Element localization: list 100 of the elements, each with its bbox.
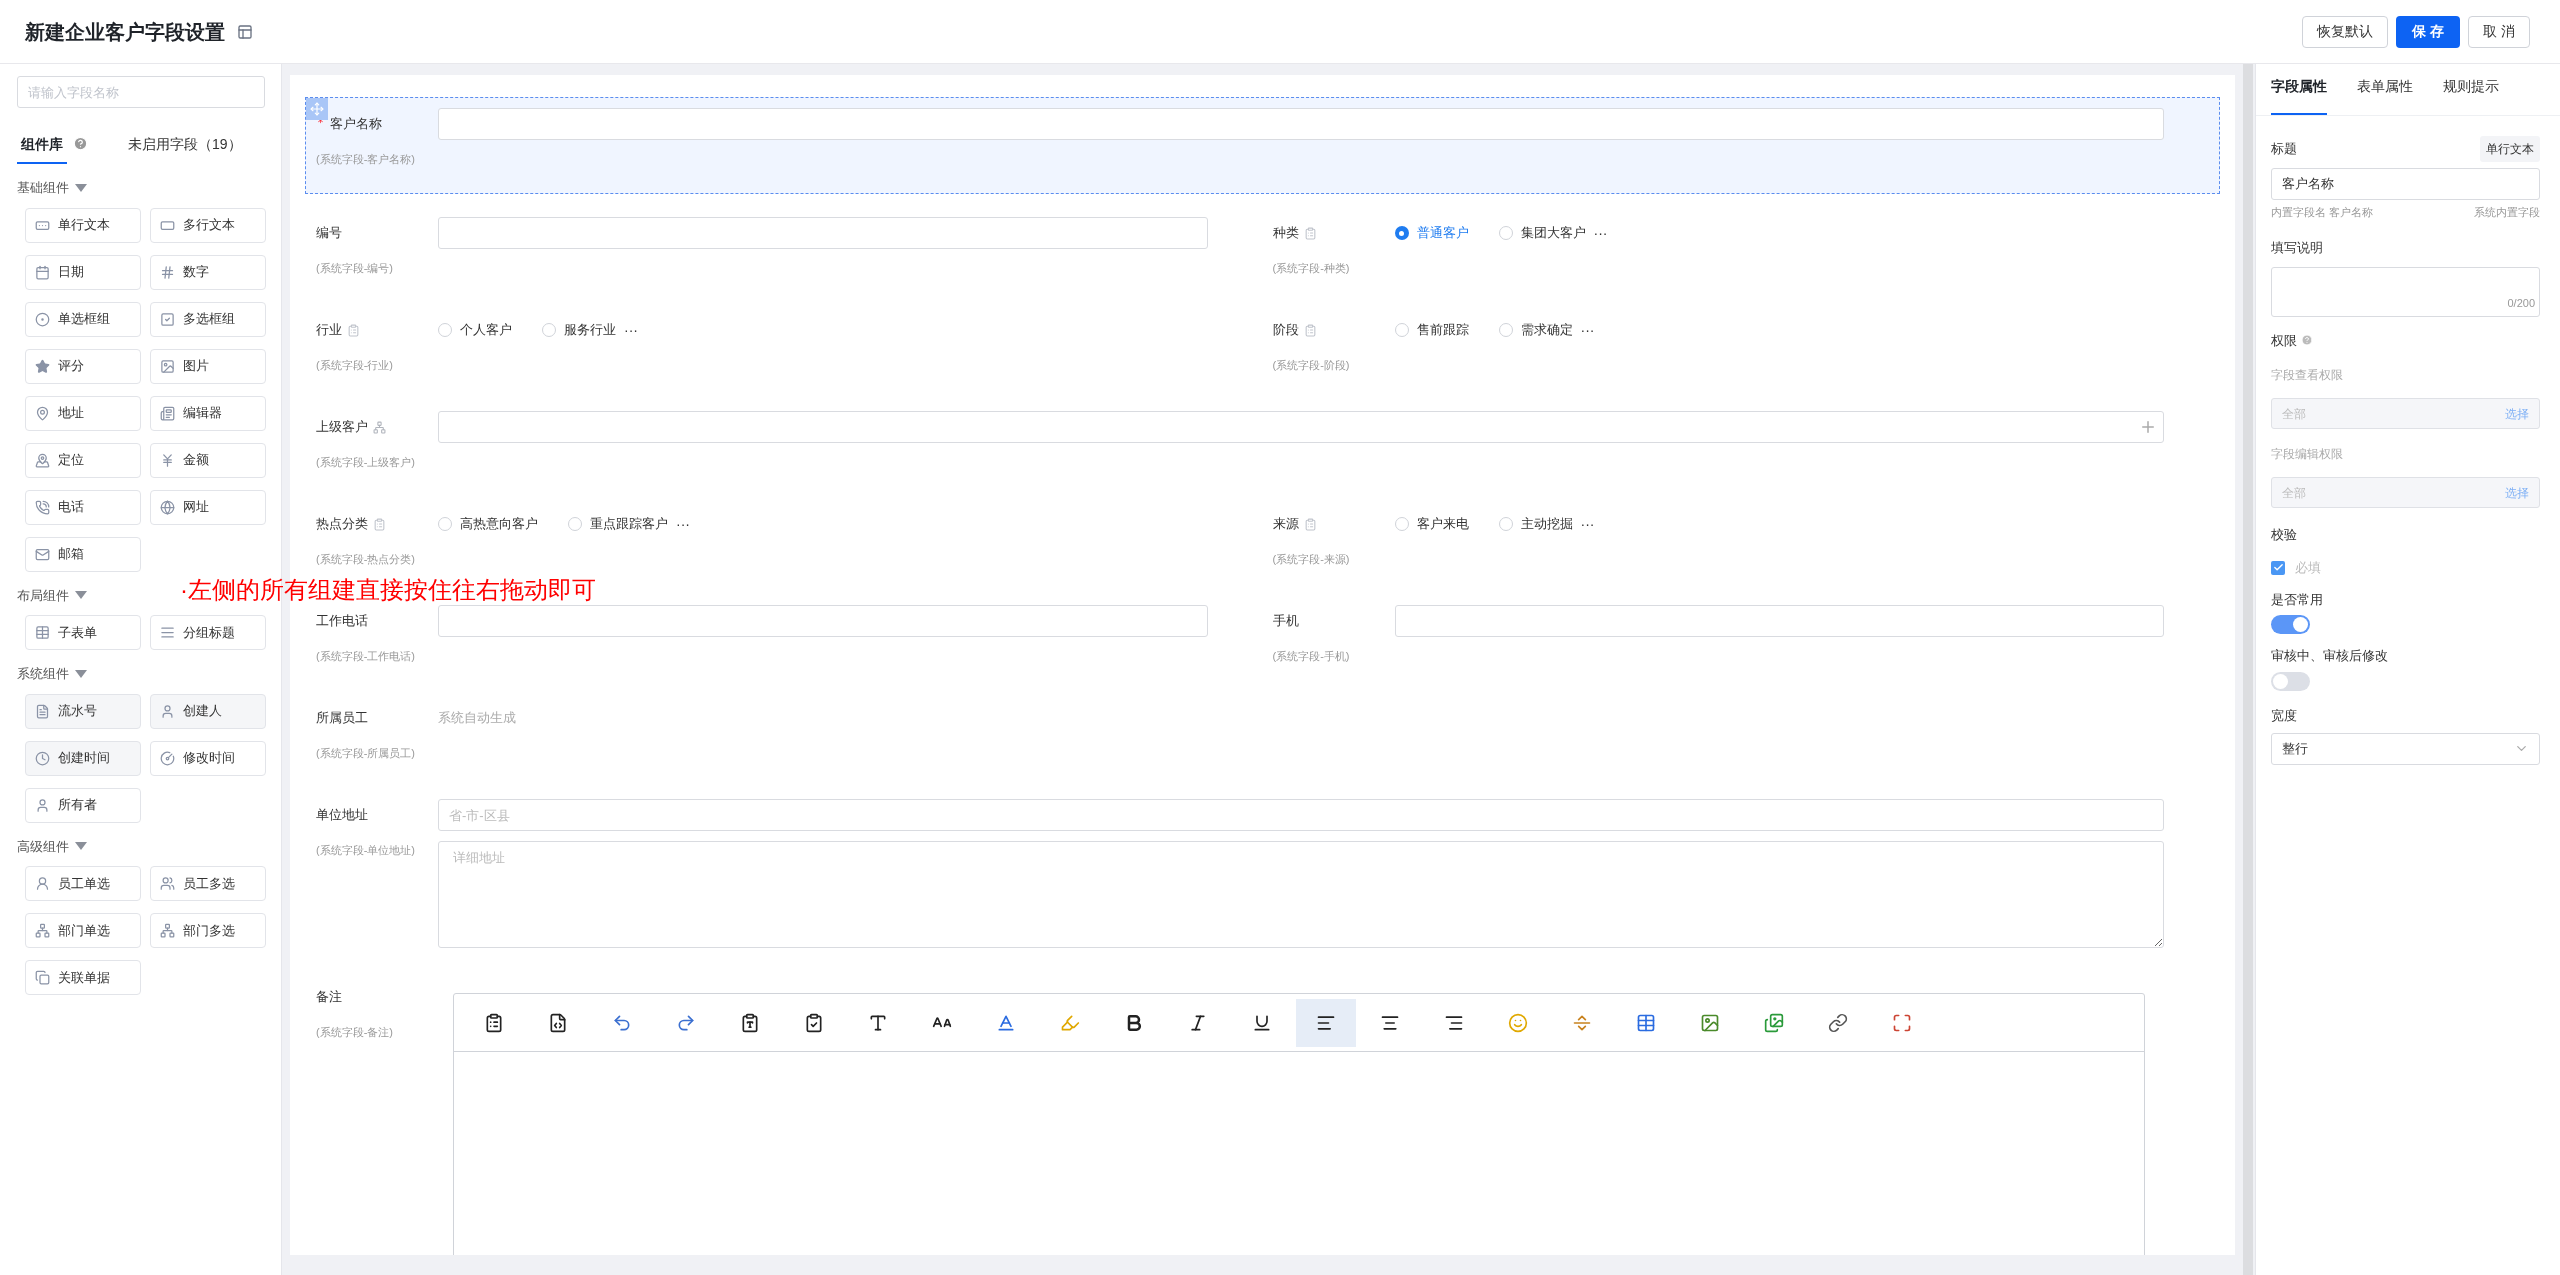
radio-button[interactable] — [1498, 323, 1513, 337]
component-item[interactable]: 部门单选 — [25, 913, 141, 948]
radio-button[interactable] — [1498, 226, 1513, 240]
more-options[interactable]: ··· — [676, 513, 690, 535]
layout-icon[interactable] — [237, 23, 253, 40]
caret-icon[interactable] — [75, 842, 87, 851]
header-button[interactable]: 恢复默认 — [2302, 15, 2389, 48]
radio-button[interactable] — [1394, 226, 1409, 240]
images-icon — [1764, 1012, 1784, 1033]
component-item[interactable]: 多行文本 — [149, 207, 266, 243]
image-icon — [1700, 1012, 1720, 1033]
property-tab[interactable]: 规则提示 — [2443, 69, 2499, 115]
field-note: (系统字段-单位地址) — [316, 844, 415, 856]
more-options[interactable]: ··· — [1593, 222, 1608, 244]
region-field[interactable]: 省-市-区县 — [438, 799, 2164, 831]
input-field[interactable] — [1394, 605, 2164, 637]
radio-label: 个人客户 — [460, 321, 512, 340]
field-label: 来源 — [1272, 515, 1299, 534]
phone-icon — [35, 499, 50, 515]
group-heading: 基础组件 — [17, 179, 69, 197]
radio-button[interactable] — [1394, 323, 1409, 337]
component-item[interactable]: 关联单据 — [25, 960, 141, 995]
radio-button[interactable] — [1394, 517, 1409, 531]
component-item[interactable]: 金额 — [149, 442, 266, 478]
location-pin-icon — [35, 452, 50, 468]
org-chart-icon — [35, 923, 50, 938]
hash-icon — [159, 264, 175, 280]
caret-icon[interactable] — [75, 591, 87, 600]
component-item[interactable]: 图片 — [149, 348, 266, 384]
required-checkbox[interactable] — [2271, 560, 2285, 575]
component-item[interactable]: 部门多选 — [149, 913, 266, 948]
lookup-field[interactable] — [438, 411, 2164, 443]
component-item[interactable]: 日期 — [25, 254, 141, 290]
property-label: 标题 — [2271, 140, 2297, 159]
help-icon[interactable] — [2301, 334, 2313, 347]
toggle-switch[interactable] — [2271, 615, 2310, 634]
org-chart-icon — [373, 420, 386, 434]
fullscreen-icon — [1892, 1012, 1912, 1033]
search-field[interactable]: 请输入字段名称 — [17, 76, 265, 108]
width-select[interactable]: 整行 — [2271, 732, 2540, 765]
component-item[interactable]: 员工单选 — [25, 866, 141, 901]
component-item[interactable]: 编辑器 — [149, 395, 266, 431]
component-item[interactable]: 子表单 — [25, 615, 141, 650]
component-item[interactable]: 多选框组 — [149, 301, 266, 337]
property-tab[interactable]: 表单属性 — [2357, 69, 2413, 115]
smiley-icon — [1508, 1012, 1528, 1033]
component-item[interactable]: 所有者 — [25, 787, 141, 823]
field-note: (系统字段-所属员工) — [316, 747, 415, 759]
radio-button[interactable] — [568, 517, 582, 531]
component-item[interactable]: 定位 — [25, 442, 141, 478]
radio-label: 集团大客户 — [1520, 224, 1586, 243]
radio-label: 服务行业 — [564, 321, 616, 340]
component-item[interactable]: 单行文本 — [25, 207, 141, 243]
component-item[interactable]: 分组标题 — [149, 615, 266, 650]
document-icon — [35, 703, 50, 719]
component-item[interactable]: 网址 — [149, 489, 266, 525]
input-field[interactable] — [438, 217, 1208, 249]
highlighter-icon — [1060, 1012, 1080, 1033]
component-item[interactable]: 单选框组 — [25, 301, 141, 337]
clock-icon — [35, 750, 50, 766]
input-field[interactable] — [438, 605, 1208, 637]
caret-icon[interactable] — [75, 669, 87, 678]
component-item[interactable]: 员工多选 — [149, 866, 266, 901]
radio-button[interactable] — [542, 323, 556, 337]
header-button[interactable]: 保 存 — [2396, 15, 2461, 48]
address-textarea[interactable]: 详细地址 — [438, 841, 2164, 948]
toolbar-button[interactable] — [1296, 998, 1356, 1047]
component-item[interactable]: 修改时间 — [149, 740, 266, 776]
copy-icon — [35, 970, 50, 985]
component-item[interactable]: 邮箱 — [25, 536, 141, 572]
help-icon[interactable] — [73, 135, 88, 151]
input-field[interactable] — [438, 108, 2164, 140]
more-options[interactable]: ··· — [1580, 513, 1595, 535]
scrollbar[interactable] — [2243, 64, 2253, 1275]
component-item[interactable]: 评分 — [25, 348, 141, 384]
title-field[interactable]: 客户名称 — [2271, 168, 2540, 200]
radio-button[interactable] — [1498, 517, 1513, 531]
group-heading: 高级组件 — [17, 837, 69, 856]
header-button[interactable]: 取 消 — [2468, 15, 2530, 48]
caret-icon[interactable] — [75, 183, 87, 192]
field-label: 编号 — [316, 224, 342, 243]
toggle-switch[interactable] — [2271, 671, 2310, 691]
property-tab[interactable]: 字段属性 — [2271, 69, 2327, 115]
drag-handle[interactable] — [306, 98, 328, 120]
type-badge: 单行文本 — [2480, 136, 2540, 162]
selected-field-frame[interactable]: 客户名称 (系统字段-客户名称) — [305, 97, 2220, 194]
component-item[interactable]: 电话 — [25, 489, 141, 525]
group-heading: 布局组件 — [17, 586, 69, 605]
sidebar-tab[interactable]: 未启用字段（19） — [128, 126, 242, 164]
more-options[interactable]: ··· — [624, 319, 638, 341]
clipboard-icon — [1303, 517, 1317, 531]
radio-button[interactable] — [438, 517, 452, 531]
component-item[interactable]: 地址 — [25, 395, 141, 431]
more-options[interactable]: ··· — [1580, 319, 1595, 341]
field-note: (系统字段-热点分类) — [316, 553, 415, 565]
radio-button[interactable] — [438, 323, 452, 337]
component-item[interactable]: 数字 — [149, 254, 266, 290]
sidebar-tab[interactable]: 组件库 — [17, 126, 67, 164]
star-icon — [35, 358, 50, 374]
calendar-icon — [35, 264, 50, 280]
